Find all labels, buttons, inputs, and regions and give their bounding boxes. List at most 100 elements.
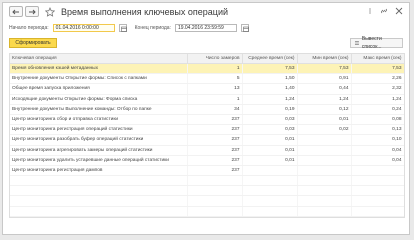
avg-time-cell: 0,01 [242, 155, 298, 166]
close-icon[interactable] [395, 7, 403, 15]
min-time-cell: 0,44 [297, 83, 352, 95]
max-time-cell [351, 185, 404, 197]
max-time-cell: 0,13 [351, 124, 404, 136]
end-period-field[interactable]: 19.04.2016 23:59:59 [174, 24, 237, 32]
operation-cell: Центр мониторинга удалить устаревшие дан… [10, 155, 188, 166]
max-time-cell: 0,04 [351, 145, 404, 156]
operations-table[interactable]: Ключевая операция Число замеров Среднее … [9, 53, 405, 218]
avg-time-cell [242, 185, 298, 197]
table-row[interactable]: Центр мониторинга разобрать буфер операц… [10, 134, 404, 146]
table-row[interactable]: Время обновления кэшей метаданных 1 7,53 7,… [10, 63, 404, 75]
operation-cell: Исходящие документы Открытие формы: Форм… [10, 94, 188, 105]
count-cell: 13 [187, 83, 243, 95]
max-time-cell: 7,53 [351, 63, 404, 75]
column-header-count[interactable]: Число замеров [187, 54, 243, 64]
min-time-cell: 7,53 [297, 63, 352, 75]
table-row[interactable] [10, 216, 404, 217]
table-row[interactable] [10, 206, 404, 217]
table-row[interactable]: Центр мониторинга сбор и отправка статис… [10, 114, 404, 126]
table-row[interactable] [10, 175, 404, 187]
calendar-icon [243, 26, 249, 32]
table-row[interactable]: Центр мониторинга регистрация операций с… [10, 124, 404, 136]
table-header-row: Ключевая операция Число замеров Среднее … [10, 54, 404, 64]
operation-cell: Центр мониторинга сбор и отправка статис… [10, 114, 188, 126]
count-cell: 1 [187, 63, 243, 75]
table-row[interactable]: Внутренние документы Выполнение команды:… [10, 104, 404, 115]
max-time-cell [351, 175, 404, 187]
avg-time-cell: 0,01 [242, 134, 298, 146]
avg-time-cell [242, 206, 298, 217]
arrow-left-icon [12, 9, 19, 14]
avg-time-cell: 1,50 [242, 73, 298, 85]
operation-cell [10, 175, 188, 187]
column-header-avg[interactable]: Среднее время (сек) [242, 54, 298, 64]
column-header-min[interactable]: Мин время (сек) [297, 54, 352, 64]
avg-time-cell: 0,01 [242, 145, 298, 156]
min-time-cell [297, 165, 352, 177]
count-cell: 5 [187, 73, 243, 85]
start-period-value: 01.04.2016 0:00:00 [55, 25, 99, 31]
count-cell [187, 195, 243, 207]
max-time-cell: 0,24 [351, 104, 404, 115]
min-time-cell [297, 145, 352, 156]
table-row[interactable] [10, 185, 404, 197]
operation-cell [10, 206, 188, 217]
max-time-cell [351, 195, 404, 207]
min-time-cell [297, 206, 352, 217]
favorite-star-icon[interactable] [45, 6, 55, 17]
end-period-label: Конец периода: [134, 25, 171, 31]
column-header-operation[interactable]: Ключевая операция [10, 54, 188, 64]
avg-time-cell: 1,40 [242, 83, 298, 95]
table-row[interactable]: Общее время запуска приложения 13 1,40 0,44… [10, 83, 404, 95]
avg-time-cell [242, 195, 298, 207]
start-period-label: Начало периода: [9, 25, 49, 31]
operation-cell: Центр мониторинга агрегировать замеры оп… [10, 145, 188, 156]
operation-cell: Центр мониторинга регистрация операций с… [10, 124, 188, 136]
min-time-cell: 0,01 [297, 114, 352, 126]
list-icon [354, 41, 359, 45]
min-time-cell [297, 134, 352, 146]
table-row[interactable]: Центр мониторинга удалить устаревшие дан… [10, 155, 404, 166]
operation-cell [10, 216, 188, 217]
forward-button[interactable] [25, 6, 39, 17]
max-time-cell: 2,26 [351, 73, 404, 85]
avg-time-cell [242, 175, 298, 187]
export-list-button[interactable]: Вывести список... [350, 36, 403, 50]
min-time-cell: 0,91 [297, 73, 352, 85]
arrow-right-icon [29, 9, 36, 14]
end-period-picker-button[interactable] [240, 24, 249, 32]
table-row[interactable] [10, 195, 404, 207]
table-row[interactable]: Центр мониторинга агрегировать замеры оп… [10, 145, 404, 156]
max-time-cell: 0,04 [351, 155, 404, 166]
table-row[interactable]: Исходящие документы Открытие формы: Форм… [10, 94, 404, 105]
count-cell: 237 [187, 145, 243, 156]
calendar-icon [120, 26, 127, 32]
min-time-cell [297, 155, 352, 166]
window-actions [367, 7, 403, 15]
count-cell: 237 [187, 165, 243, 177]
avg-time-cell [242, 165, 298, 177]
max-time-cell [351, 216, 404, 217]
table-row[interactable]: Внутренние документы Открытие формы: Спи… [10, 73, 404, 85]
avg-time-cell: 7,53 [242, 63, 298, 75]
back-button[interactable] [9, 6, 23, 17]
start-period-field[interactable]: 01.04.2016 0:00:00 [52, 24, 115, 32]
start-period-picker-button[interactable] [118, 24, 127, 32]
window-title: Время выполнения ключевых операций [61, 6, 228, 17]
end-period-value: 19.04.2016 23:59:59 [177, 25, 224, 31]
column-header-max[interactable]: Макс время (сек) [351, 54, 404, 64]
avg-time-cell: 1,24 [242, 94, 298, 105]
max-time-cell [351, 165, 404, 177]
max-time-cell: 1,24 [351, 94, 404, 105]
avg-time-cell [242, 216, 298, 217]
max-time-cell: 0,10 [351, 134, 404, 146]
generate-button[interactable]: Сформировать [9, 38, 57, 48]
more-vertical-icon[interactable] [367, 8, 373, 14]
min-time-cell [297, 175, 352, 187]
operation-cell: Время обновления кэшей метаданных [10, 63, 188, 75]
min-time-cell: 0,12 [297, 104, 352, 115]
operation-cell [10, 195, 188, 207]
count-cell [187, 175, 243, 187]
table-row[interactable]: Центр мониторинга регистрация дампов 237 [10, 165, 404, 177]
link-icon[interactable] [380, 7, 388, 15]
